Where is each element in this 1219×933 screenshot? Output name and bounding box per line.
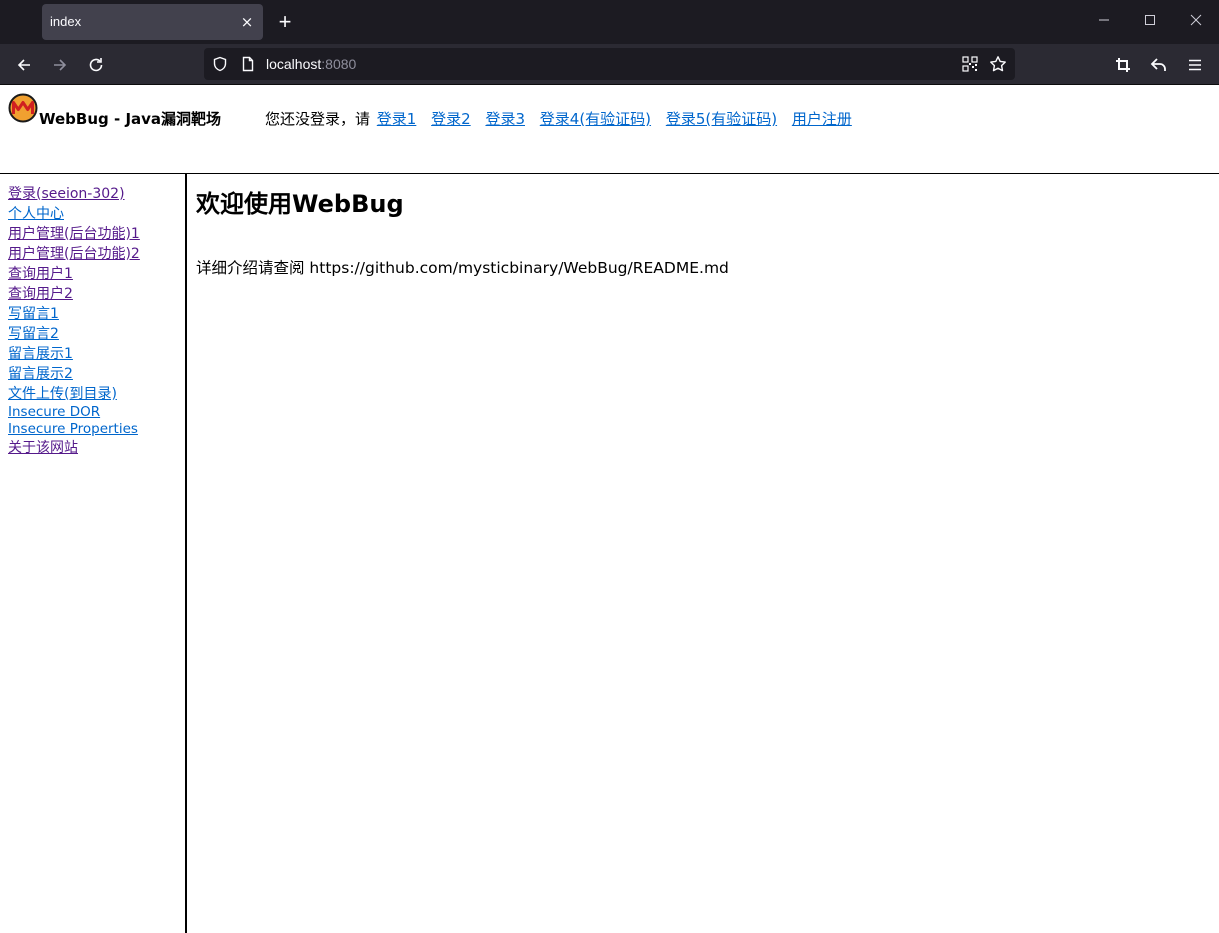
description-text: 详细介绍请查阅 https://github.com/mysticbinary/…: [196, 259, 729, 277]
new-tab-icon[interactable]: +: [274, 11, 296, 33]
page-icon[interactable]: [238, 54, 258, 74]
url-host: localhost: [266, 56, 322, 72]
hamburger-menu-icon[interactable]: [1182, 52, 1208, 78]
bookmark-star-icon[interactable]: [988, 54, 1008, 74]
qr-code-icon[interactable]: [960, 54, 980, 74]
sidebar-item-write-message-1[interactable]: 写留言1: [8, 304, 185, 324]
sidebar-item-show-messages-2[interactable]: 留言展示2: [8, 364, 185, 384]
tab-close-icon[interactable]: ×: [237, 12, 257, 32]
maximize-icon[interactable]: [1140, 12, 1160, 32]
browser-tab-strip: index × +: [0, 0, 1219, 44]
address-bar[interactable]: localhost:8080: [204, 48, 1015, 80]
sidebar-item-insecure-properties[interactable]: Insecure Properties: [8, 421, 185, 438]
sidebar-item-personal-center[interactable]: 个人中心: [8, 204, 185, 224]
sidebar-item-query-user-1[interactable]: 查询用户1: [8, 264, 185, 284]
login-link-5-captcha[interactable]: 登录5(有验证码): [666, 110, 777, 128]
site-title: WebBug - Java漏洞靶场: [39, 110, 222, 128]
login-prompt-text: 您还没登录，请: [265, 110, 371, 128]
register-link[interactable]: 用户注册: [792, 110, 852, 128]
sidebar-item-show-messages-1[interactable]: 留言展示1: [8, 344, 185, 364]
page-title: 欢迎使用WebBug: [196, 190, 404, 218]
sidebar-nav: 登录(seeion-302) 个人中心 用户管理(后台功能)1 用户管理(后台功…: [0, 174, 187, 933]
crop-icon[interactable]: [1110, 52, 1136, 78]
back-arrow-icon[interactable]: [11, 52, 37, 78]
shield-icon[interactable]: [210, 54, 230, 74]
forward-arrow-icon[interactable]: [47, 52, 73, 78]
tab-title: index: [50, 14, 82, 29]
undo-arrow-icon[interactable]: [1146, 52, 1172, 78]
sidebar-item-write-message-2[interactable]: 写留言2: [8, 324, 185, 344]
browser-tab-index[interactable]: index ×: [42, 4, 263, 40]
minimize-icon[interactable]: [1094, 12, 1114, 32]
url-text[interactable]: localhost:8080: [266, 56, 356, 72]
browser-toolbar: localhost:8080: [0, 44, 1219, 85]
sidebar-item-login-session-302[interactable]: 登录(seeion-302): [8, 184, 185, 204]
login-link-3[interactable]: 登录3: [485, 110, 525, 128]
sidebar-item-about[interactable]: 关于该网站: [8, 438, 185, 458]
sidebar-item-user-admin-1[interactable]: 用户管理(后台功能)1: [8, 224, 185, 244]
sidebar-item-query-user-2[interactable]: 查询用户2: [8, 284, 185, 304]
login-prompt: 您还没登录，请 登录1 登录2 登录3 登录4(有验证码) 登录5(有验证码) …: [265, 108, 852, 129]
page-header: WebBug - Java漏洞靶场 您还没登录，请 登录1 登录2 登录3 登录…: [0, 85, 1219, 174]
sidebar-item-user-admin-2[interactable]: 用户管理(后台功能)2: [8, 244, 185, 264]
sidebar-item-insecure-dor[interactable]: Insecure DOR: [8, 404, 185, 421]
login-link-2[interactable]: 登录2: [431, 110, 471, 128]
sidebar-item-file-upload[interactable]: 文件上传(到目录): [8, 384, 185, 404]
url-port: :8080: [321, 56, 357, 72]
webbug-logo-icon: [8, 93, 38, 123]
reload-icon[interactable]: [83, 52, 109, 78]
login-link-1[interactable]: 登录1: [377, 110, 417, 128]
login-link-4-captcha[interactable]: 登录4(有验证码): [540, 110, 651, 128]
close-window-icon[interactable]: [1186, 12, 1206, 32]
